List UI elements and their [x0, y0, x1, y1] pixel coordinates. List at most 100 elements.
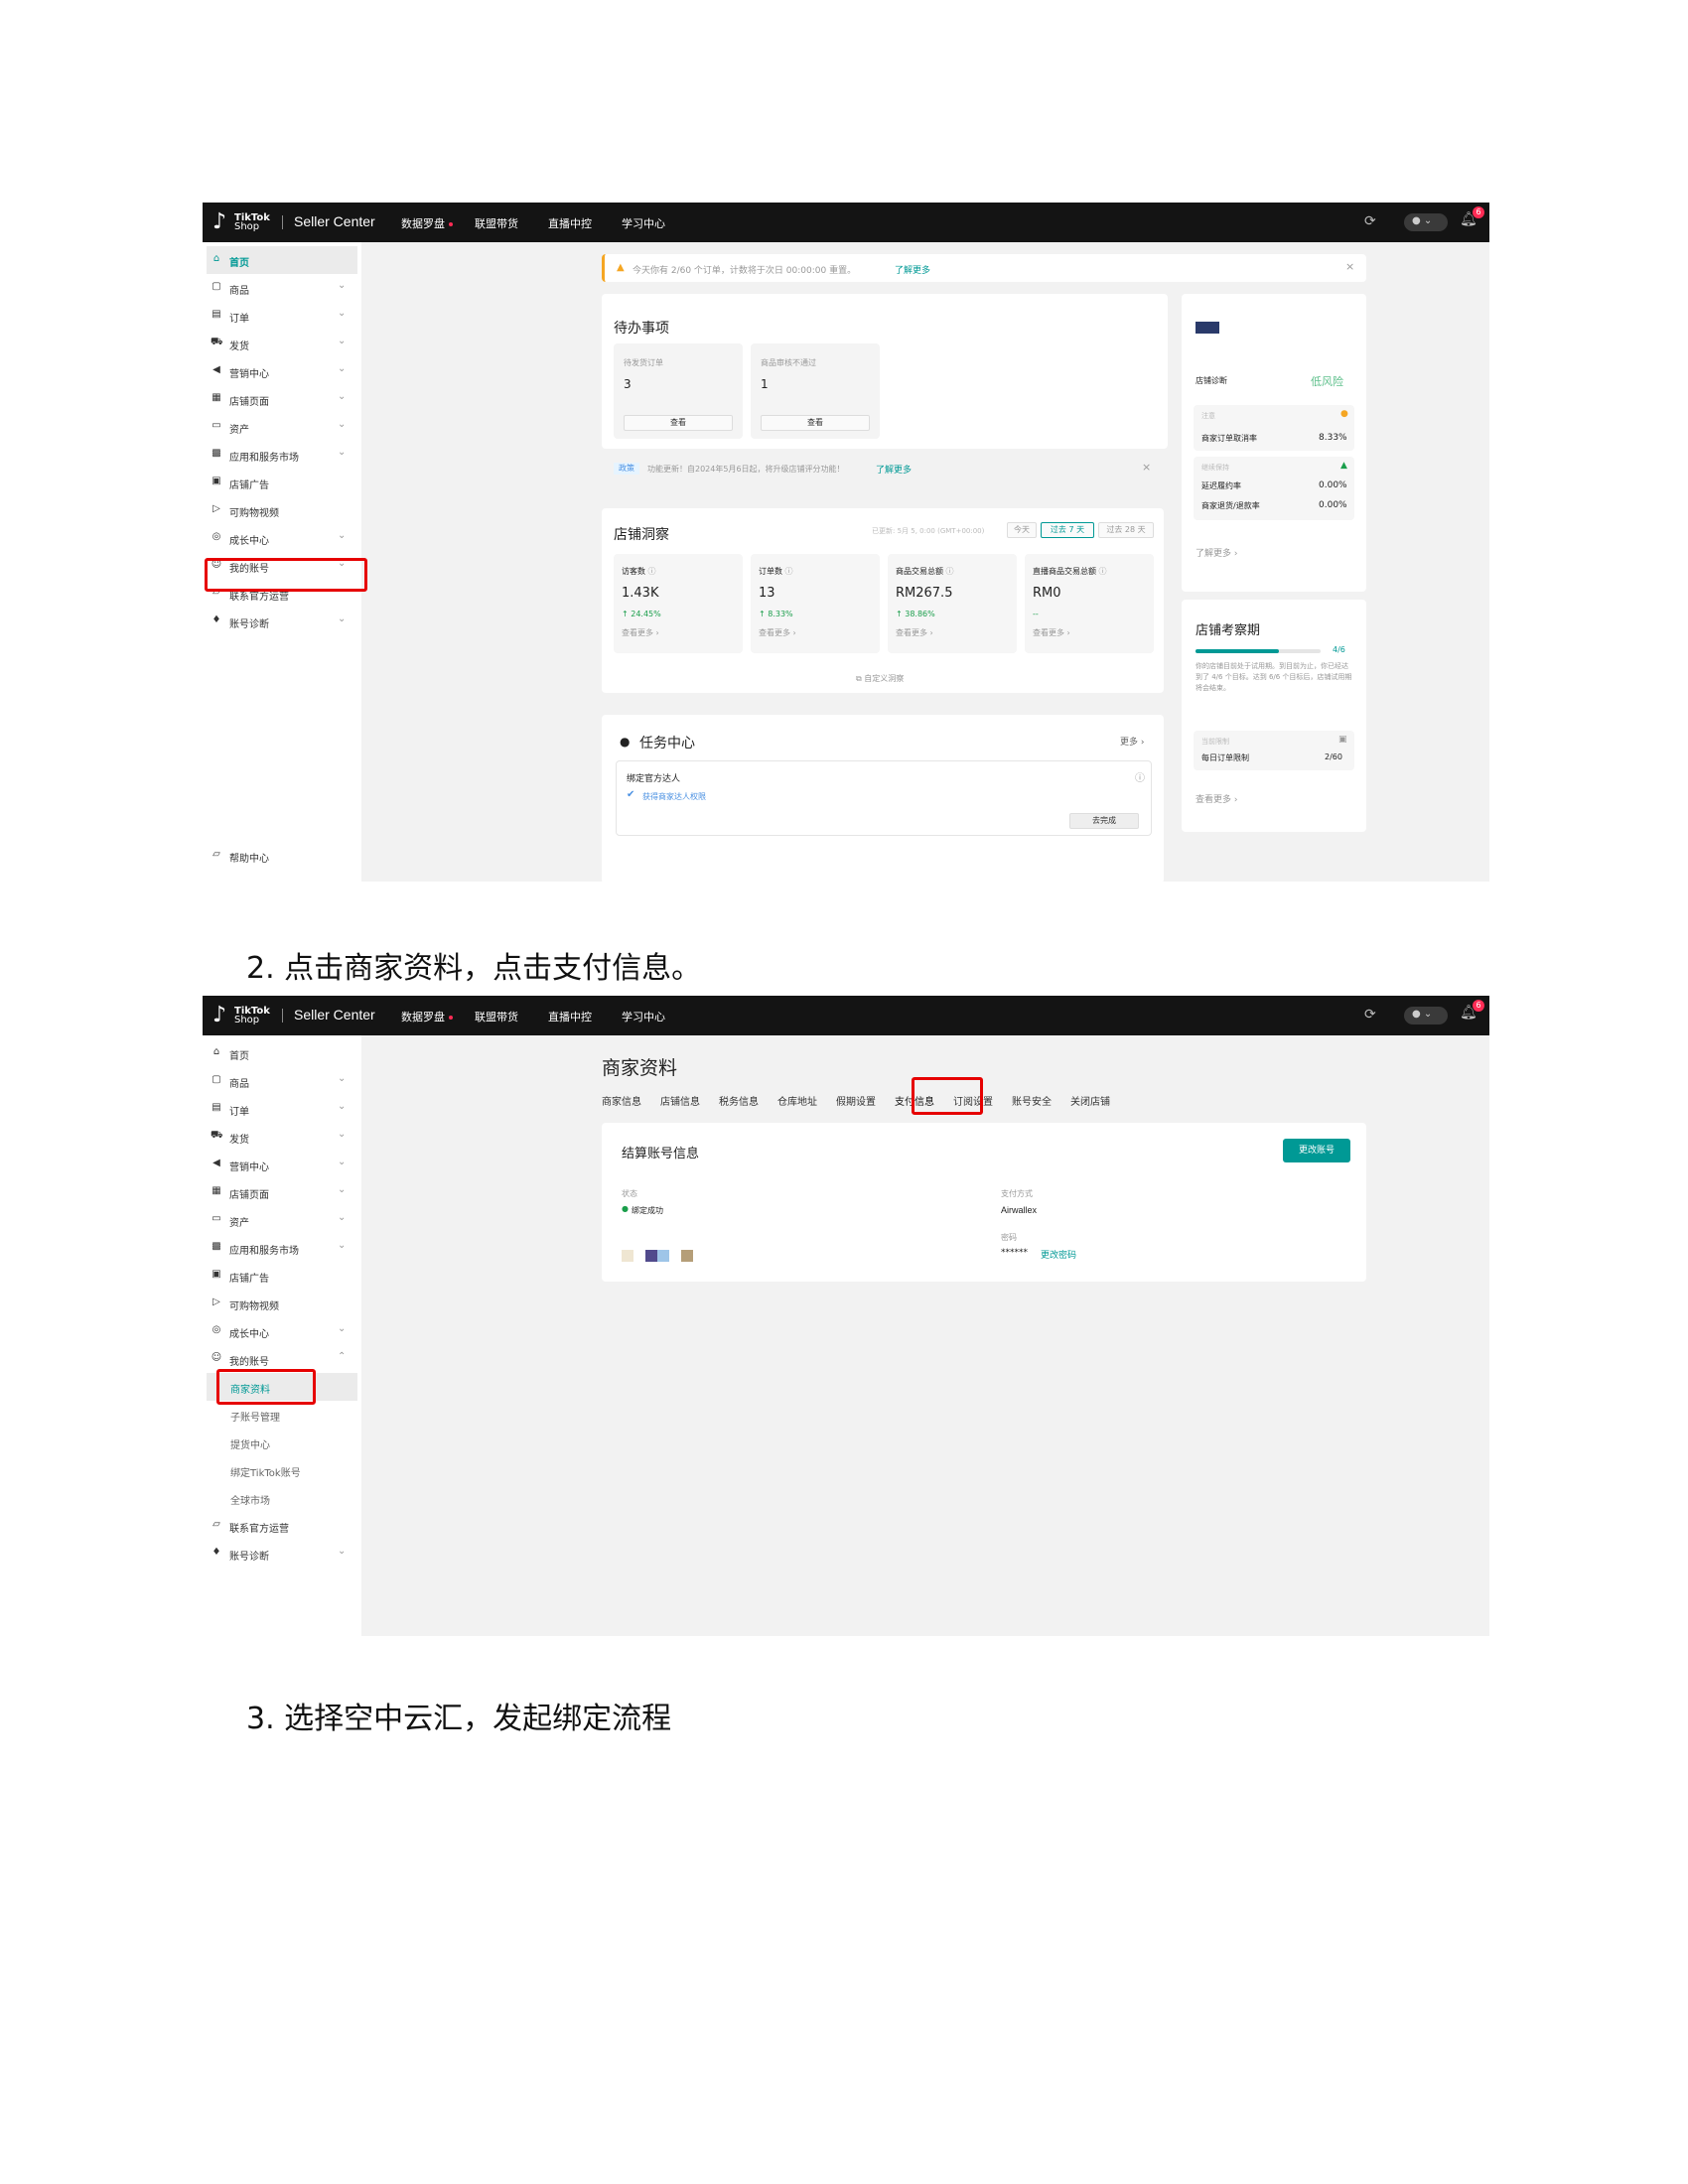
sidebar-subitem[interactable]: 全球市场 — [203, 1484, 361, 1512]
tab-item[interactable]: 店铺信息 — [660, 1093, 700, 1108]
sidebar-subitem[interactable]: 绑定TikTok账号 — [203, 1456, 361, 1484]
sidebar-item[interactable]: ⌂ 首页 — [207, 246, 357, 274]
sidebar-item[interactable]: ◎ 成长中心 ⌄ — [203, 524, 361, 552]
todo-item-pending-ship[interactable]: 待发货订单 3 查看 — [614, 343, 743, 439]
tiktok-shop-logo[interactable]: ♪ TikTok Shop — [212, 210, 282, 236]
metric-card[interactable]: 直播商品交易总额 ⓘ RM0 -- 查看更多 › — [1025, 554, 1154, 653]
box-icon: ▢ — [211, 281, 221, 292]
sidebar-item[interactable]: ▷ 可购物视频 — [203, 496, 361, 524]
order-limit-notice: ▲ 今天你有 2/60 个订单，计数将于次日 00:00:00 重置。 了解更多… — [602, 254, 1366, 282]
sidebar-item[interactable]: ▩ 应用和服务市场 ⌄ — [203, 1234, 361, 1262]
bank-logo-image — [657, 1250, 669, 1262]
task-item[interactable]: 绑定官方达人 ⓘ ✔ 获得商家达人权限 去完成 — [616, 760, 1152, 836]
tab-item[interactable]: 商家信息 — [602, 1093, 641, 1108]
metric-more-link[interactable]: 查看更多 › — [896, 627, 933, 638]
limit-tag: 当前限制 — [1201, 738, 1229, 746]
sidebar-item[interactable]: ⛟ 发货 ⌄ — [203, 330, 361, 357]
nav-affiliate[interactable]: 联盟带货 — [475, 1009, 518, 1024]
sidebar-item[interactable]: ▤ 订单 ⌄ — [203, 1095, 361, 1123]
help-icon[interactable]: ⓘ — [946, 567, 954, 576]
sidebar-item[interactable]: ⌂ 首页 — [203, 1039, 361, 1067]
metric-card[interactable]: 订单数 ⓘ 13 ↑ 8.33% 查看更多 › — [751, 554, 880, 653]
tab-item[interactable]: 税务信息 — [719, 1093, 759, 1108]
sidebar-item[interactable]: ▦ 店铺页面 ⌄ — [203, 1178, 361, 1206]
health-more-link[interactable]: 了解更多 › — [1196, 546, 1237, 559]
range-today[interactable]: 今天 — [1007, 522, 1037, 538]
sidebar-item[interactable]: ▣ 店铺广告 — [203, 1262, 361, 1290]
close-icon[interactable]: × — [1142, 461, 1151, 474]
view-button[interactable]: 查看 — [761, 415, 870, 431]
help-icon[interactable]: ⓘ — [1135, 769, 1145, 784]
shop-health-card: 店铺诊断 低风险 注意 ● 商家订单取消率 8.33% 继续保持 ▲ 延迟履约率… — [1182, 294, 1366, 592]
metric-card[interactable]: 访客数 ⓘ 1.43K ↑ 24.45% 查看更多 › — [614, 554, 743, 653]
customize-insight[interactable]: ⧉ 自定义洞察 — [856, 673, 904, 684]
sidebar-subitem[interactable]: 子账号管理 — [203, 1401, 361, 1429]
close-icon[interactable]: × — [1345, 260, 1354, 273]
nav-learning[interactable]: 学习中心 — [622, 215, 665, 231]
range-28d[interactable]: 过去 28 天 — [1098, 522, 1154, 538]
password-value: ****** — [1001, 1248, 1028, 1258]
sidebar-item[interactable]: ▦ 店铺页面 ⌄ — [203, 385, 361, 413]
change-password-link[interactable]: 更改密码 — [1041, 1248, 1076, 1261]
sidebar-item-label: 资产 — [229, 425, 249, 436]
truck-icon: ⛟ — [211, 337, 223, 347]
help-icon[interactable]: ⓘ — [785, 567, 793, 576]
sidebar-item-label: 订单 — [229, 1107, 249, 1118]
sidebar-item[interactable]: ◎ 成长中心 ⌄ — [203, 1317, 361, 1345]
probation-more-link[interactable]: 查看更多 › — [1196, 792, 1237, 805]
metric-more-link[interactable]: 查看更多 › — [622, 627, 659, 638]
chat-dropdown[interactable]: ● ⌄ — [1404, 213, 1448, 231]
sidebar-item[interactable]: ▢ 商品 ⌄ — [203, 274, 361, 302]
complete-button[interactable]: 去完成 — [1069, 813, 1139, 829]
sidebar-item[interactable]: ▭ 资产 ⌄ — [203, 1206, 361, 1234]
help-icon[interactable]: ⓘ — [648, 567, 656, 576]
metric-card[interactable]: 商品交易总额 ⓘ RM267.5 ↑ 38.86% 查看更多 › — [888, 554, 1017, 653]
tab-item[interactable]: 假期设置 — [836, 1093, 876, 1108]
tab-item[interactable]: 账号安全 — [1012, 1093, 1052, 1108]
tab-item[interactable]: 仓库地址 — [777, 1093, 817, 1108]
logo-shop-text: Shop — [234, 221, 260, 232]
nav-data-compass[interactable]: 数据罗盘 — [401, 1009, 453, 1024]
sidebar-item[interactable]: ▱ 联系官方运营 — [203, 1512, 361, 1540]
sidebar-item[interactable]: ♦ 账号诊断 ⌄ — [203, 608, 361, 635]
nav-live-control[interactable]: 直播中控 — [548, 1009, 592, 1024]
chat-dropdown[interactable]: ● ⌄ — [1404, 1007, 1448, 1024]
truck-icon: ⛟ — [211, 1130, 223, 1141]
help-center[interactable]: ▱ 帮助中心 — [203, 842, 361, 870]
nav-learning[interactable]: 学习中心 — [622, 1009, 665, 1024]
nav-live-control[interactable]: 直播中控 — [548, 215, 592, 231]
sidebar-item[interactable]: ⛟ 发货 ⌄ — [203, 1123, 361, 1151]
sidebar-item[interactable]: ◀ 营销中心 ⌄ — [203, 1151, 361, 1178]
metric-value: 8.33% — [1319, 433, 1347, 443]
sidebar-item[interactable]: ▩ 应用和服务市场 ⌄ — [203, 441, 361, 469]
metric-more-link[interactable]: 查看更多 › — [759, 627, 796, 638]
chevron-down-icon: ⌄ — [338, 614, 347, 624]
nav-affiliate[interactable]: 联盟带货 — [475, 215, 518, 231]
sidebar-item[interactable]: ▭ 资产 ⌄ — [203, 413, 361, 441]
sidebar-item-label: 发货 — [229, 1135, 249, 1146]
change-account-button[interactable]: 更改账号 — [1283, 1139, 1350, 1162]
refresh-icon[interactable]: ⟳ — [1364, 1007, 1376, 1023]
help-icon[interactable]: ⓘ — [1099, 567, 1107, 576]
sidebar-item[interactable]: ▣ 店铺广告 — [203, 469, 361, 496]
view-button[interactable]: 查看 — [624, 415, 733, 431]
metric-more-link[interactable]: 查看更多 › — [1033, 627, 1070, 638]
tab-item[interactable]: 关闭店铺 — [1070, 1093, 1110, 1108]
notice-link[interactable]: 了解更多 — [895, 263, 930, 276]
sidebar-subitem[interactable]: 提货中心 — [203, 1429, 361, 1456]
sidebar-item[interactable]: ◀ 营销中心 ⌄ — [203, 357, 361, 385]
update-link[interactable]: 了解更多 — [876, 463, 912, 476]
todo-item-review-failed[interactable]: 商品审核不通过 1 查看 — [751, 343, 880, 439]
range-7d[interactable]: 过去 7 天 — [1041, 522, 1094, 538]
sidebar-item[interactable]: ♦ 账号诊断 ⌄ — [203, 1540, 361, 1568]
sidebar-item-label: 发货 — [229, 341, 249, 352]
metric-change: ↑ 24.45% — [622, 610, 661, 618]
sidebar-item[interactable]: ▤ 订单 ⌄ — [203, 302, 361, 330]
task-more-link[interactable]: 更多 › — [1120, 735, 1144, 748]
sidebar-item[interactable]: ▢ 商品 ⌄ — [203, 1067, 361, 1095]
sidebar-item-label: 商品 — [229, 1079, 249, 1090]
tiktok-shop-logo[interactable]: ♪ TikTok Shop — [212, 1004, 282, 1029]
nav-data-compass[interactable]: 数据罗盘 — [401, 215, 453, 231]
refresh-icon[interactable]: ⟳ — [1364, 213, 1376, 229]
sidebar-item[interactable]: ▷ 可购物视频 — [203, 1290, 361, 1317]
